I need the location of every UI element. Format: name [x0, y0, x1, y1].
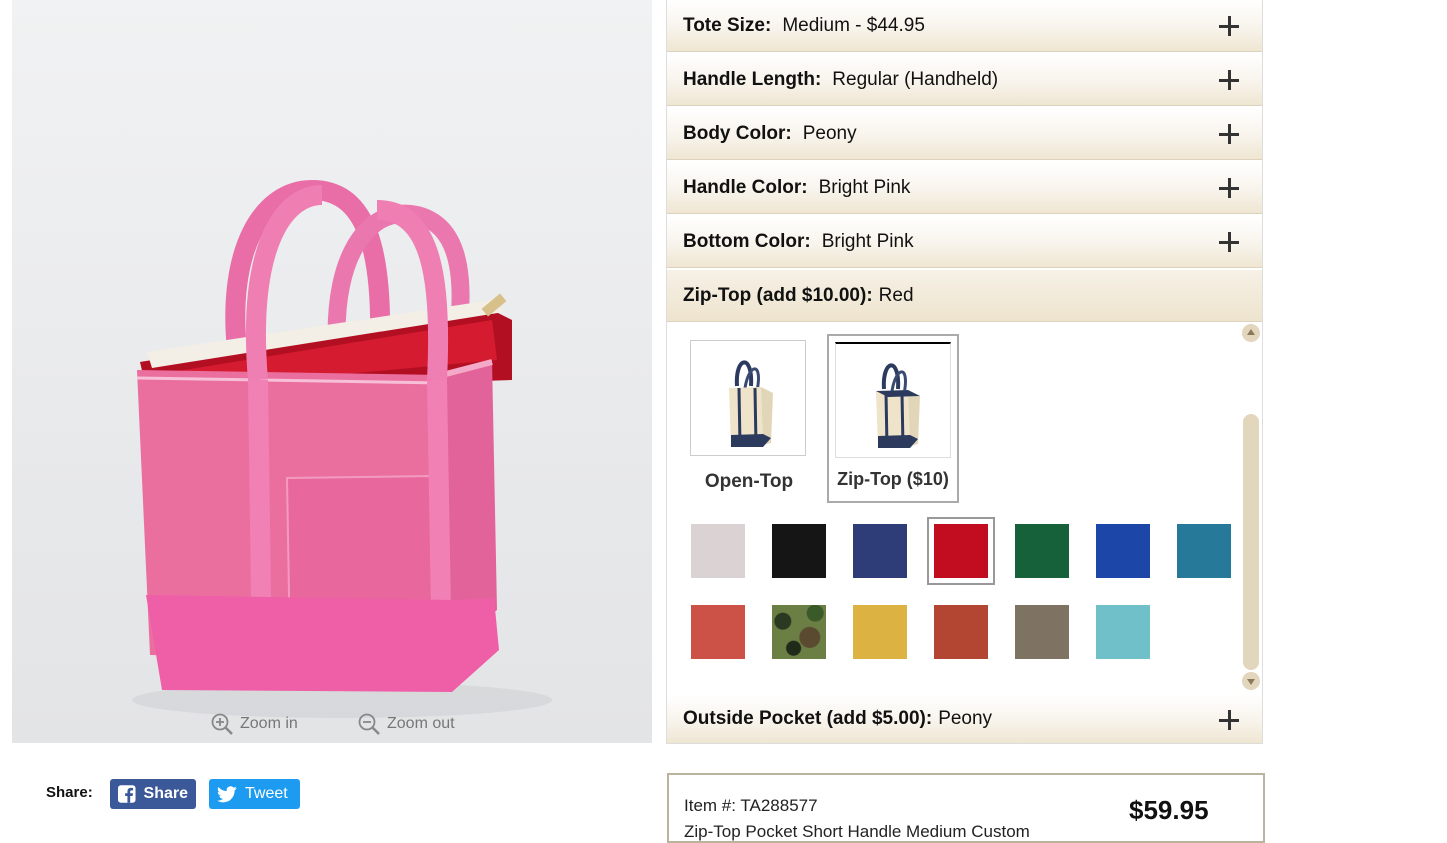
option-label: Zip-Top (add $10.00):	[683, 284, 873, 306]
facebook-icon	[118, 785, 136, 803]
option-value: Bright Pink	[818, 176, 911, 198]
facebook-share-label: Share	[143, 785, 188, 802]
swatch-navy[interactable]	[853, 524, 907, 578]
expand-plus-icon[interactable]	[1218, 15, 1240, 37]
open-top-tote-thumbnail	[690, 340, 806, 456]
style-option-label: Zip-Top ($10)	[837, 469, 949, 489]
option-value: Medium - $44.95	[782, 14, 925, 36]
swatch-red-selected[interactable]	[927, 517, 995, 585]
swatch-brick[interactable]	[934, 605, 988, 659]
swatch-taupe[interactable]	[1015, 605, 1069, 659]
customization-options: Tote Size: Medium - $44.95 Handle Length…	[666, 0, 1263, 744]
swatch-gold[interactable]	[853, 605, 907, 659]
swatch-royal-blue[interactable]	[1096, 524, 1150, 578]
zoom-out-label: Zoom out	[387, 715, 455, 732]
option-handle-length[interactable]: Handle Length: Regular (Handheld)	[667, 54, 1262, 106]
swatch-black[interactable]	[772, 524, 826, 578]
facebook-share-button[interactable]: Share	[110, 779, 196, 809]
option-value: Peony	[802, 122, 857, 144]
swatch-green[interactable]	[1015, 524, 1069, 578]
option-value: Bright Pink	[821, 230, 914, 252]
zip-top-tote-thumbnail	[835, 342, 951, 458]
option-label: Outside Pocket (add $5.00):	[683, 707, 933, 729]
tote-bag-photo	[132, 179, 552, 718]
expand-plus-icon[interactable]	[1218, 709, 1240, 731]
scroll-down-arrow-icon[interactable]	[1242, 672, 1260, 690]
swatch-camouflage[interactable]	[772, 605, 826, 659]
style-open-top[interactable]: Open-Top	[690, 340, 808, 493]
zoom-in-label: Zoom in	[240, 715, 298, 732]
option-value: Red	[878, 284, 914, 306]
zoom-in-icon	[211, 713, 233, 735]
option-handle-color[interactable]: Handle Color: Bright Pink	[667, 162, 1262, 214]
expand-plus-icon[interactable]	[1218, 123, 1240, 145]
scroll-thumb[interactable]	[1243, 414, 1259, 670]
option-zip-top[interactable]: Zip-Top (add $10.00): Red	[667, 270, 1262, 322]
swatch-light-gray[interactable]	[691, 524, 745, 578]
zoom-out-button[interactable]: Zoom out	[357, 712, 455, 736]
option-label: Handle Length:	[683, 68, 822, 90]
order-summary-box: Item #: TA288577 Zip-Top Pocket Short Ha…	[667, 773, 1265, 843]
expand-plus-icon[interactable]	[1218, 231, 1240, 253]
swatch-coral[interactable]	[691, 605, 745, 659]
swatch-aqua[interactable]	[1096, 605, 1150, 659]
scroll-up-arrow-icon[interactable]	[1242, 324, 1260, 342]
option-value: Regular (Handheld)	[832, 68, 999, 90]
panel-scrollbar[interactable]	[1242, 324, 1260, 690]
item-description: Zip-Top Pocket Short Handle Medium Custo…	[684, 822, 1030, 841]
option-tote-size[interactable]: Tote Size: Medium - $44.95	[667, 0, 1262, 52]
item-price: $59.95	[1129, 795, 1209, 825]
option-bottom-color[interactable]: Bottom Color: Bright Pink	[667, 216, 1262, 268]
zoom-out-icon	[358, 713, 380, 735]
expand-plus-icon[interactable]	[1218, 177, 1240, 199]
style-option-label: Open-Top	[704, 471, 794, 492]
option-label: Handle Color:	[683, 176, 808, 198]
option-value: Peony	[938, 707, 993, 729]
twitter-tweet-button[interactable]: Tweet	[209, 779, 300, 809]
option-outside-pocket[interactable]: Outside Pocket (add $5.00): Peony	[667, 694, 1262, 744]
twitter-bird-icon	[217, 785, 237, 802]
style-zip-top-selected[interactable]: Zip-Top ($10)	[827, 334, 959, 503]
swatch-teal[interactable]	[1177, 524, 1231, 578]
item-number: Item #: TA288577	[684, 796, 818, 815]
zip-top-options-panel: Open-Top Zip-Top ($10)	[667, 322, 1262, 694]
zoom-in-button[interactable]: Zoom in	[210, 712, 298, 736]
twitter-tweet-label: Tweet	[245, 785, 288, 802]
share-label: Share:	[46, 784, 93, 801]
expand-plus-icon[interactable]	[1218, 69, 1240, 91]
option-label: Body Color:	[683, 122, 792, 144]
product-image[interactable]: Zoom in Zoom out	[12, 0, 652, 743]
option-label: Bottom Color:	[683, 230, 811, 252]
option-label: Tote Size:	[683, 14, 772, 36]
option-body-color[interactable]: Body Color: Peony	[667, 108, 1262, 160]
